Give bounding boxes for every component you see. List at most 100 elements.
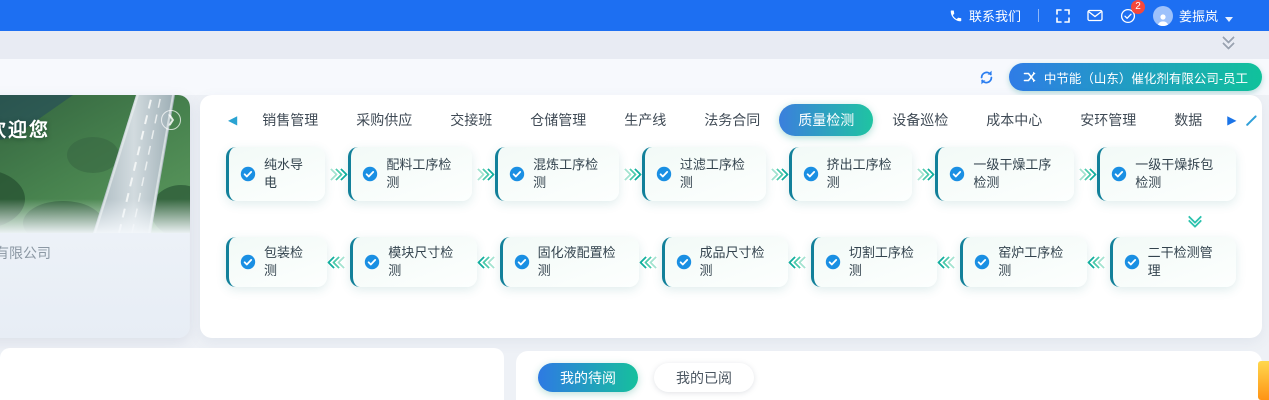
check-circle-icon (803, 166, 819, 182)
flow-arrow-right-icon (1076, 147, 1095, 201)
nav-tab-6[interactable]: 法务合同 (685, 104, 779, 136)
flow-card[interactable]: 包装检测 (226, 237, 327, 287)
nav-tab-11[interactable]: 数据 (1155, 104, 1221, 136)
flow-arrow-left-icon (939, 237, 958, 287)
bottom-left-panel (0, 348, 504, 400)
flow-arrow-left-icon (479, 237, 498, 287)
check-circle-icon (676, 254, 692, 270)
flow-arrow-right-icon (621, 147, 640, 201)
todo-button[interactable]: 2 (1120, 8, 1136, 24)
flow-card[interactable]: 纯水导电 (226, 147, 325, 201)
nav-tab-5[interactable]: 生产线 (605, 104, 685, 136)
check-circle-icon (949, 166, 965, 182)
welcome-text: 欢迎您 (0, 115, 50, 142)
check-circle-icon (1124, 254, 1140, 270)
messages-button[interactable] (1087, 9, 1103, 22)
flow-card-label: 挤出工序检测 (827, 156, 899, 191)
check-circle-icon (362, 166, 378, 182)
tabs-next-button[interactable]: ▶ (1221, 114, 1242, 126)
module-tabs: 销售管理采购供应交接班仓储管理生产线法务合同质量检测设备巡检成本中心安环管理数据 (243, 104, 1221, 136)
switch-icon (1023, 70, 1037, 84)
check-circle-icon (509, 166, 525, 182)
nav-tab-10[interactable]: 安环管理 (1061, 104, 1155, 136)
bottom-right-panel: 我的待阅 我的已阅 (516, 351, 1262, 400)
nav-tab-8[interactable]: 设备巡检 (873, 104, 967, 136)
edit-tabs-button[interactable] (1242, 111, 1261, 130)
banner-image: 欢迎您 ❯ (0, 95, 190, 233)
flow-card-label: 固化液配置检测 (538, 244, 625, 279)
flow-arrow-right-icon (474, 147, 493, 201)
app-screen: 联系我们 2 姜振岚 (0, 0, 1269, 400)
flow-row-backward: 包装检测 模块尺寸检测 固化液配置检测 成品尺寸检测 切割工序检测 窑炉工序检测 二干检测管… (226, 237, 1236, 287)
carousel-next-button[interactable]: ❯ (161, 110, 181, 130)
flow-card[interactable]: 切割工序检测 (811, 237, 937, 287)
flow-card-label: 一级干燥工序检测 (973, 156, 1060, 191)
contact-us-button[interactable]: 联系我们 (949, 6, 1021, 25)
read-status-tabs: 我的待阅 我的已阅 (516, 351, 1262, 392)
flow-arrow-left-icon (1089, 237, 1108, 287)
avatar (1153, 6, 1173, 26)
banner-fade (0, 199, 190, 233)
toolbar: 中节能（山东）催化剂有限公司-员工 (0, 59, 1269, 95)
top-bar: 联系我们 2 姜振岚 (0, 0, 1269, 31)
flow-card[interactable]: 二干检测管理 (1110, 237, 1236, 287)
flow-card[interactable]: 过滤工序检测 (642, 147, 766, 201)
flow-card-label: 成品尺寸检测 (700, 244, 774, 279)
nav-tab-3[interactable]: 交接班 (431, 104, 511, 136)
tab-my-read[interactable]: 我的已阅 (654, 363, 754, 392)
check-circle-icon (240, 166, 256, 182)
flow-card-label: 二干检测管理 (1148, 244, 1222, 279)
mail-icon (1087, 9, 1103, 22)
flow-arrow-right-icon (768, 147, 787, 201)
phone-icon (949, 9, 963, 23)
company-switch-button[interactable]: 中节能（山东）催化剂有限公司-员工 (1009, 63, 1262, 91)
contact-us-label: 联系我们 (969, 6, 1021, 25)
check-circle-icon (240, 254, 256, 270)
flow-row-forward: 纯水导电 配料工序检测 混炼工序检测 过滤工序检测 挤出工序检测 一级干燥工序检测 一级干燥… (226, 147, 1236, 201)
refresh-button[interactable] (977, 68, 996, 87)
flow-card-label: 切割工序检测 (849, 244, 923, 279)
flow-card[interactable]: 一级干燥拆包检测 (1097, 147, 1236, 201)
nav-tab-2[interactable]: 采购供应 (337, 104, 431, 136)
nav-tab-4[interactable]: 仓储管理 (511, 104, 605, 136)
flow-card-label: 混炼工序检测 (533, 156, 605, 191)
flow-card-label: 过滤工序检测 (680, 156, 752, 191)
module-tab-strip: ◀ 销售管理采购供应交接班仓储管理生产线法务合同质量检测设备巡检成本中心安环管理… (222, 104, 1244, 136)
flow-card[interactable]: 模块尺寸检测 (350, 237, 476, 287)
collapse-button[interactable] (1224, 36, 1233, 48)
nav-tab-9[interactable]: 成本中心 (967, 104, 1061, 136)
nav-tab-7[interactable]: 质量检测 (779, 104, 873, 136)
side-widget-handle[interactable] (1258, 361, 1269, 400)
flow-card-label: 配料工序检测 (386, 156, 458, 191)
quality-flow-card: ◀ 销售管理采购供应交接班仓储管理生产线法务合同质量检测设备巡检成本中心安环管理… (200, 95, 1262, 338)
check-circle-icon (656, 166, 672, 182)
flow-card[interactable]: 固化液配置检测 (500, 237, 639, 287)
flow-arrow-left-icon (641, 237, 660, 287)
flow-card[interactable]: 混炼工序检测 (495, 147, 619, 201)
flow-arrow-left-icon (790, 237, 809, 287)
nav-tab-1[interactable]: 销售管理 (243, 104, 337, 136)
caret-down-icon (1225, 17, 1233, 22)
welcome-banner-card: 欢迎您 ❯ 有限公司 (0, 95, 190, 338)
tab-my-pending[interactable]: 我的待阅 (538, 363, 638, 392)
fullscreen-button[interactable] (1056, 9, 1070, 23)
check-circle-icon (364, 254, 380, 270)
flow-card-label: 窑炉工序检测 (998, 244, 1072, 279)
secondary-bar (0, 31, 1269, 59)
notification-badge: 2 (1131, 0, 1145, 14)
check-circle-icon (825, 254, 841, 270)
tabs-prev-button[interactable]: ◀ (222, 114, 243, 126)
flow-arrow-right-icon (914, 147, 933, 201)
flow-card[interactable]: 一级干燥工序检测 (935, 147, 1074, 201)
flow-card[interactable]: 窑炉工序检测 (960, 237, 1086, 287)
banner-company-text: 有限公司 (0, 233, 190, 263)
flow-card[interactable]: 挤出工序检测 (789, 147, 913, 201)
flow-card-label: 纯水导电 (264, 156, 311, 191)
flow-card[interactable]: 成品尺寸检测 (662, 237, 788, 287)
check-circle-icon (514, 254, 530, 270)
flow-card-label: 包装检测 (264, 244, 313, 279)
flow-card[interactable]: 配料工序检测 (348, 147, 472, 201)
flow-arrow-left-icon (329, 237, 348, 287)
user-menu[interactable]: 姜振岚 (1153, 6, 1233, 26)
topbar-divider (1038, 9, 1039, 22)
